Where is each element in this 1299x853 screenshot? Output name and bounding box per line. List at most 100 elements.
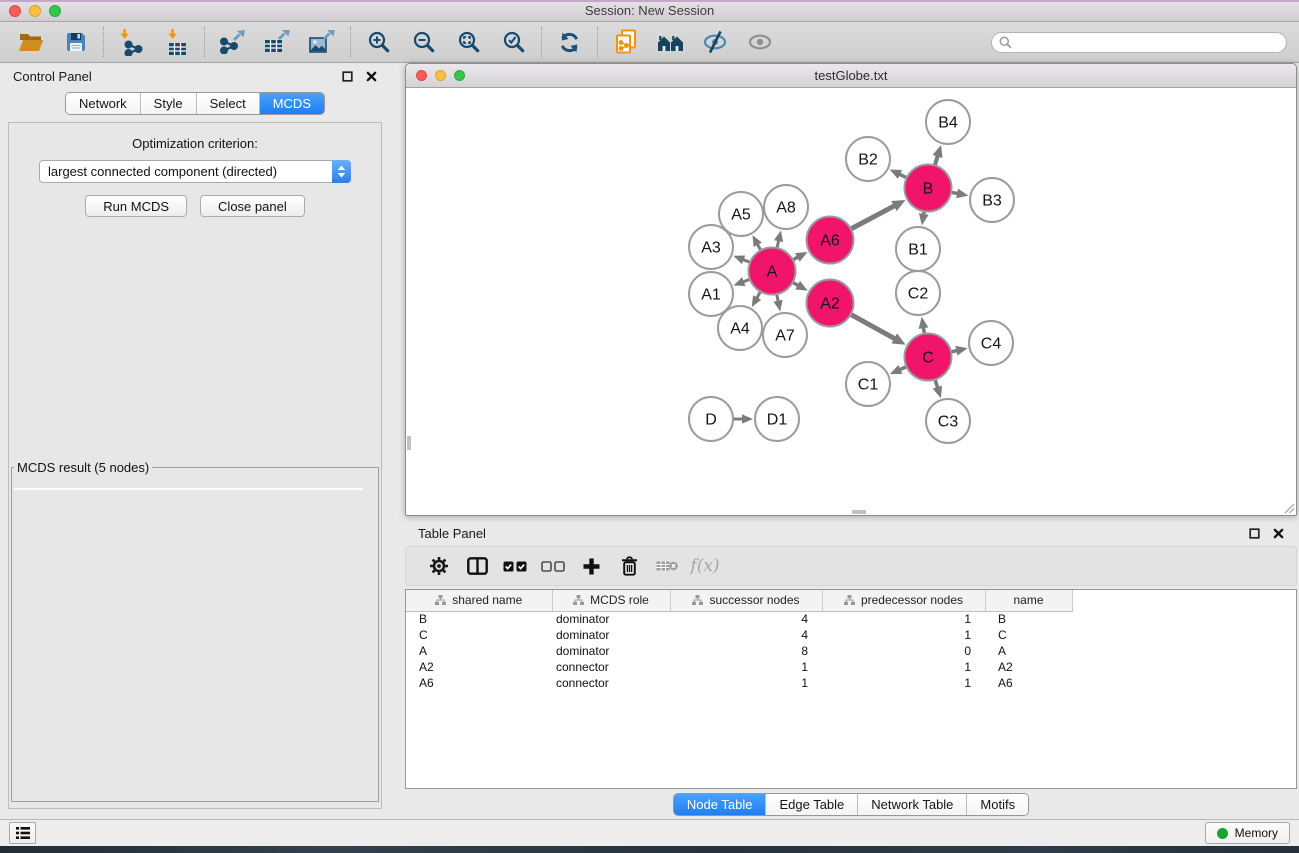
- vertical-scrollbar-thumb[interactable]: [407, 436, 411, 450]
- graph-edge-c-c3[interactable]: [935, 379, 938, 388]
- zoom-selected-button[interactable]: [491, 25, 536, 59]
- search-field[interactable]: [991, 32, 1287, 53]
- graph-edge-a-a8[interactable]: [777, 240, 779, 248]
- column-header-mcds-role[interactable]: MCDS role: [552, 590, 670, 611]
- table-row-b[interactable]: Bdominator41B: [406, 611, 1296, 627]
- search-input[interactable]: [1017, 35, 1279, 49]
- graph-node-label-a5: A5: [731, 207, 751, 224]
- table-row-a6[interactable]: A6connector11A6: [406, 675, 1296, 691]
- graph-node-label-d: D: [705, 412, 717, 429]
- function-builder-button[interactable]: f(x): [686, 547, 724, 585]
- node-table-container: shared nameMCDS rolesuccessor nodesprede…: [405, 589, 1297, 789]
- network-canvas[interactable]: B4B2BB3A8A5A6A3B1AA1C2A2A4A7C4CC1C3DD1: [406, 88, 1296, 515]
- memory-status-button[interactable]: Memory: [1205, 822, 1290, 844]
- export-image-button[interactable]: [300, 25, 345, 59]
- plus-icon: [583, 558, 600, 575]
- graph-edge-a-a7[interactable]: [777, 294, 779, 302]
- import-network-icon: [120, 29, 144, 56]
- float-table-panel-button[interactable]: [1249, 528, 1260, 539]
- import-table-button[interactable]: [154, 25, 199, 59]
- select-all-button[interactable]: [496, 547, 534, 585]
- column-header-successor-nodes[interactable]: successor nodes: [670, 590, 822, 611]
- horizontal-scrollbar-thumb[interactable]: [852, 510, 866, 514]
- run-mcds-button[interactable]: Run MCDS: [85, 195, 187, 217]
- zoom-in-button[interactable]: [356, 25, 401, 59]
- main-area: Control Panel NetworkStyleSelectMCDS Opt…: [0, 63, 1299, 819]
- graph-edge-a6-b[interactable]: [851, 206, 895, 229]
- graph-edge-b-b3[interactable]: [951, 192, 958, 193]
- graph-edge-a-a3[interactable]: [743, 259, 750, 262]
- task-history-button[interactable]: [9, 822, 36, 844]
- tab-motifs[interactable]: Motifs: [966, 794, 1028, 815]
- close-network-window-button[interactable]: [416, 70, 427, 81]
- tab-edge-table[interactable]: Edge Table: [765, 794, 857, 815]
- table-row-c[interactable]: Cdominator41C: [406, 627, 1296, 643]
- resize-grip[interactable]: [1282, 501, 1295, 514]
- graph-edge-a-a2[interactable]: [793, 282, 799, 285]
- graph-edge-a-a5[interactable]: [757, 244, 761, 250]
- close-panel-action-button[interactable]: Close panel: [200, 195, 305, 217]
- export-table-button[interactable]: [255, 25, 300, 59]
- home-button[interactable]: [648, 25, 693, 59]
- refresh-button[interactable]: [547, 25, 592, 59]
- open-session-button[interactable]: [8, 25, 53, 59]
- node-table-header-row: shared nameMCDS rolesuccessor nodesprede…: [406, 590, 1296, 611]
- graph-edge-arrowhead: [733, 277, 745, 286]
- close-table-panel-button[interactable]: [1273, 528, 1284, 539]
- minimize-window-button[interactable]: [29, 5, 41, 17]
- close-window-button[interactable]: [9, 5, 21, 17]
- graph-edge-a-a1[interactable]: [743, 279, 750, 282]
- graph-edge-a2-c[interactable]: [851, 314, 896, 339]
- float-panel-button[interactable]: [342, 71, 353, 82]
- zoom-fit-button[interactable]: [446, 25, 491, 59]
- save-session-button[interactable]: [53, 25, 98, 59]
- control-panel-tabs: NetworkStyleSelectMCDS: [65, 92, 325, 115]
- delete-column-button[interactable]: [610, 547, 648, 585]
- close-panel-button[interactable]: [366, 71, 377, 82]
- tab-network-table[interactable]: Network Table: [857, 794, 966, 815]
- toolbar-separator: [541, 27, 542, 57]
- select-stepper: [332, 160, 351, 183]
- minimize-network-window-button[interactable]: [435, 70, 446, 81]
- graph-edge-c-c1[interactable]: [899, 367, 906, 370]
- graph-edge-c-c2[interactable]: [923, 327, 924, 334]
- deselect-all-button[interactable]: [534, 547, 572, 585]
- network-window-titlebar[interactable]: testGlobe.txt: [406, 64, 1296, 88]
- export-network-button[interactable]: [210, 25, 255, 59]
- delete-table-button[interactable]: [648, 547, 686, 585]
- table-row-a[interactable]: Adominator80A: [406, 643, 1296, 659]
- show-all-button[interactable]: [738, 25, 783, 59]
- graph-edge-a-a4[interactable]: [757, 291, 761, 298]
- network-window-controls: [416, 70, 465, 81]
- zoom-network-window-button[interactable]: [454, 70, 465, 81]
- column-header-name[interactable]: name: [985, 590, 1072, 611]
- tab-node-table[interactable]: Node Table: [674, 794, 766, 815]
- tab-select[interactable]: Select: [196, 93, 259, 114]
- graph-edge-b-b4[interactable]: [935, 155, 938, 165]
- optimization-criterion-select[interactable]: largest connected component (directed): [39, 160, 351, 183]
- import-network-button[interactable]: [109, 25, 154, 59]
- tab-mcds[interactable]: MCDS: [259, 93, 324, 114]
- network-graph: B4B2BB3A8A5A6A3B1AA1C2A2A4A7C4CC1C3DD1: [406, 88, 1296, 515]
- eye-slash-icon: [703, 30, 728, 54]
- zoom-window-button[interactable]: [49, 5, 61, 17]
- graph-node-label-a: A: [767, 264, 778, 281]
- table-panel: Table Panel: [405, 520, 1297, 819]
- close-icon: [1273, 528, 1284, 539]
- network-from-file-button[interactable]: [603, 25, 648, 59]
- app-titlebar: Session: New Session: [0, 0, 1299, 22]
- graph-edge-b-b2[interactable]: [899, 174, 907, 178]
- graph-node-label-a2: A2: [820, 296, 840, 313]
- main-toolbar: [0, 22, 1299, 63]
- column-header-shared-name[interactable]: shared name: [406, 590, 552, 611]
- add-column-button[interactable]: [572, 547, 610, 585]
- column-header-predecessor-nodes[interactable]: predecessor nodes: [822, 590, 985, 611]
- show-column-button[interactable]: [458, 547, 496, 585]
- search-icon: [999, 36, 1012, 49]
- hide-selected-button[interactable]: [693, 25, 738, 59]
- table-row-a2[interactable]: A2connector11A2: [406, 659, 1296, 675]
- tab-style[interactable]: Style: [140, 93, 196, 114]
- table-settings-button[interactable]: [420, 547, 458, 585]
- zoom-out-button[interactable]: [401, 25, 446, 59]
- tab-network[interactable]: Network: [66, 93, 140, 114]
